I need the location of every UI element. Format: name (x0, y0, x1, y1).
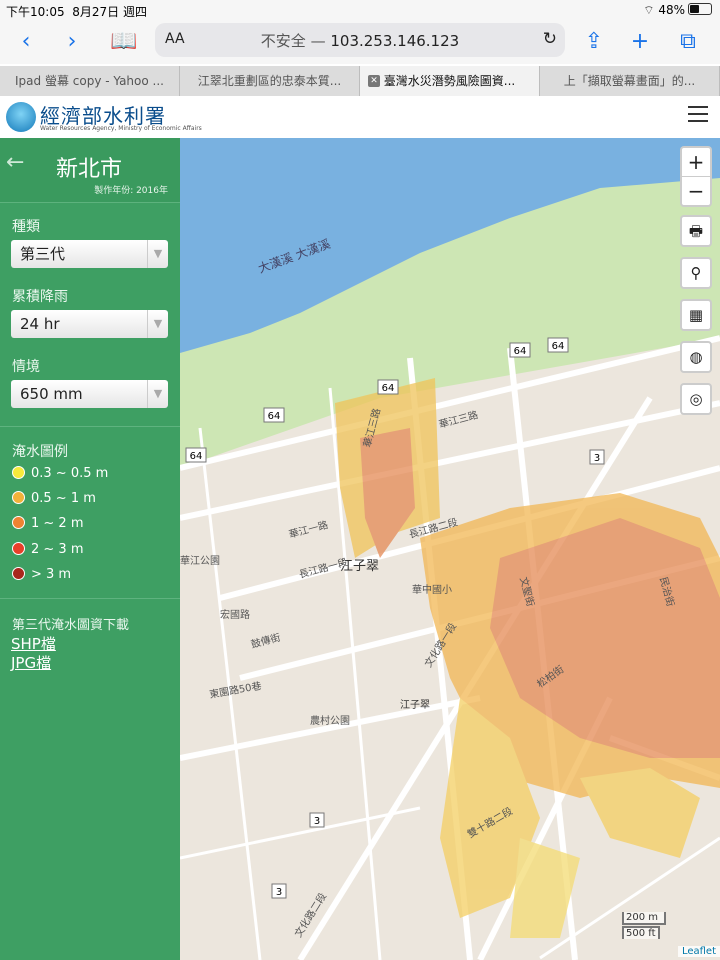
legend-swatch-icon (12, 466, 25, 479)
legend-item: > 3 m (12, 567, 71, 583)
chevron-down-icon: ▼ (147, 310, 168, 338)
map-shield-3-b: 3 (314, 816, 320, 827)
map-label-wenhua2: 文化路二段 (292, 890, 330, 939)
type-select[interactable]: 第三代 ▼ (11, 240, 168, 268)
map-shield-3-a: 3 (594, 453, 600, 464)
map-label-park: 華中國小 (412, 583, 452, 596)
tab-bar: Ipad 螢幕 copy - Yahoo ... 江翠北重劃區的忠泰本質... … (0, 66, 720, 96)
legend-swatch-icon (12, 516, 25, 529)
status-date: 8月27日 週四 (72, 5, 147, 19)
status-bar: 下午10:05 8月27日 週四 ⌔ 48% (0, 0, 720, 20)
zoom-in-button[interactable]: + (682, 148, 710, 176)
map-label-qiaochuan: 鼓傳街 (249, 631, 281, 651)
address-insecure: 不安全 — (260, 32, 326, 50)
divider (0, 426, 180, 427)
legend-item: 1 ~ 2 m (12, 516, 84, 532)
download-shp-link[interactable]: SHP檔 (11, 633, 56, 654)
forward-icon[interactable]: › (58, 28, 86, 56)
print-icon: 🖶 (688, 222, 704, 240)
map-shield-64-c: 64 (514, 346, 527, 357)
status-time: 下午10:05 (6, 5, 65, 19)
battery-icon (688, 3, 712, 15)
print-button[interactable]: 🖶 (680, 215, 712, 247)
wifi-icon: ⌔ (643, 3, 655, 17)
locate-button[interactable]: ◎ (680, 383, 712, 415)
map-shield-64-e: 64 (190, 451, 203, 462)
globe-button[interactable]: ◍ (680, 341, 712, 373)
legend-swatch-icon (12, 491, 25, 504)
type-label: 種類 (12, 219, 40, 235)
leaflet-attribution[interactable]: Leaflet (677, 946, 720, 957)
tab-0[interactable]: Ipad 螢幕 copy - Yahoo ... (0, 66, 180, 96)
address-host: 103.253.146.123 (330, 32, 460, 50)
map-label-huajiang1: 華江一路 (287, 518, 329, 541)
map-label-dongrong: 東園路50巷 (208, 679, 262, 701)
tab-3[interactable]: 上「擷取螢幕畫面」的... (540, 66, 720, 96)
globe-icon: ◍ (689, 348, 703, 366)
back-arrow-icon[interactable]: ← (6, 150, 24, 175)
scenario-label: 情境 (12, 359, 40, 375)
rain-label: 累積降雨 (12, 289, 68, 305)
tab-1[interactable]: 江翠北重劃區的忠泰本質... (180, 66, 360, 96)
scale-metric: 200 m (622, 912, 666, 925)
share-icon[interactable]: ⇪ (580, 28, 608, 56)
logo-subtitle: Water Resources Agency, Ministry of Econ… (40, 125, 202, 132)
map-shield-64-d: 64 (552, 341, 565, 352)
sidebar-header: ← 新北市 製作年份: 2016年 (0, 138, 180, 203)
battery-percent: 48% (658, 3, 685, 17)
reload-icon[interactable]: ↻ (543, 29, 557, 49)
chevron-down-icon: ▼ (147, 380, 168, 408)
legend-swatch-icon (12, 542, 25, 555)
sidebar-panel: ← 新北市 製作年份: 2016年 種類 第三代 ▼ 累積降雨 24 hr ▼ 情境… (0, 138, 180, 960)
map-label-nongcun: 農村公園 (310, 714, 350, 727)
legend-item: 0.3 ~ 0.5 m (12, 466, 108, 482)
chevron-down-icon: ▼ (147, 240, 168, 268)
new-tab-icon[interactable]: + (626, 28, 654, 56)
scale-imperial: 500 ft (622, 926, 660, 939)
bookmarks-icon[interactable]: 📖 (110, 28, 138, 56)
map-canvas: 64 64 64 64 64 3 3 3 大漢溪 大漢溪 江子翠 華江三路 華江… (180, 138, 720, 960)
map-label-huajiang3b: 華江三路 (437, 408, 479, 431)
tabs-overview-icon[interactable]: ⧉ (674, 28, 702, 56)
layers-button[interactable]: ▦ (680, 299, 712, 331)
map-label-changjiang1: 長江路一段 (297, 555, 349, 580)
legend-item: 0.5 ~ 1 m (12, 491, 96, 507)
map-shield-64-a: 64 (268, 411, 281, 422)
city-title: 新北市 (56, 157, 123, 182)
close-tab-icon[interactable]: ✕ (368, 75, 380, 87)
scenario-select[interactable]: 650 mm ▼ (11, 380, 168, 408)
legend-swatch-icon (12, 567, 25, 580)
wra-logo-icon (6, 102, 36, 132)
production-year: 製作年份: 2016年 (94, 186, 168, 196)
address-bar[interactable]: AA 不安全 — 103.253.146.123 ↻ (155, 23, 565, 57)
locate-icon: ◎ (689, 390, 703, 408)
back-icon[interactable]: ‹ (12, 28, 40, 56)
zoom-out-button[interactable]: − (682, 176, 710, 205)
download-jpg-link[interactable]: JPG檔 (11, 652, 51, 673)
map-label-huajiang-park: 華江公園 (180, 555, 220, 567)
zoom-control: + − (680, 146, 712, 207)
divider (0, 598, 180, 599)
site-header: 經濟部水利署 Water Resources Agency, Ministry … (0, 96, 720, 139)
hamburger-menu-icon[interactable] (688, 106, 708, 127)
map-layers-icon: ▦ (688, 306, 704, 324)
map-label-hongguo: 宏國路 (220, 608, 250, 621)
map-pin-icon: ⚲ (690, 264, 702, 282)
map-label-station: 江子翠 (400, 699, 430, 711)
marker-button[interactable]: ⚲ (680, 257, 712, 289)
map-shield-64-b: 64 (382, 383, 395, 394)
map-scale: 200 m 500 ft (622, 912, 666, 939)
map-view[interactable]: 64 64 64 64 64 3 3 3 大漢溪 大漢溪 江子翠 華江三路 華江… (180, 138, 720, 960)
legend-item: 2 ~ 3 m (12, 542, 84, 558)
map-shield-3-c: 3 (276, 887, 282, 898)
rain-select[interactable]: 24 hr ▼ (11, 310, 168, 338)
tab-2[interactable]: ✕ 臺灣水災潛勢風險圖資... (360, 66, 540, 96)
download-title: 第三代淹水圖資下載 (12, 618, 130, 633)
legend-title: 淹水圖例 (12, 444, 68, 460)
